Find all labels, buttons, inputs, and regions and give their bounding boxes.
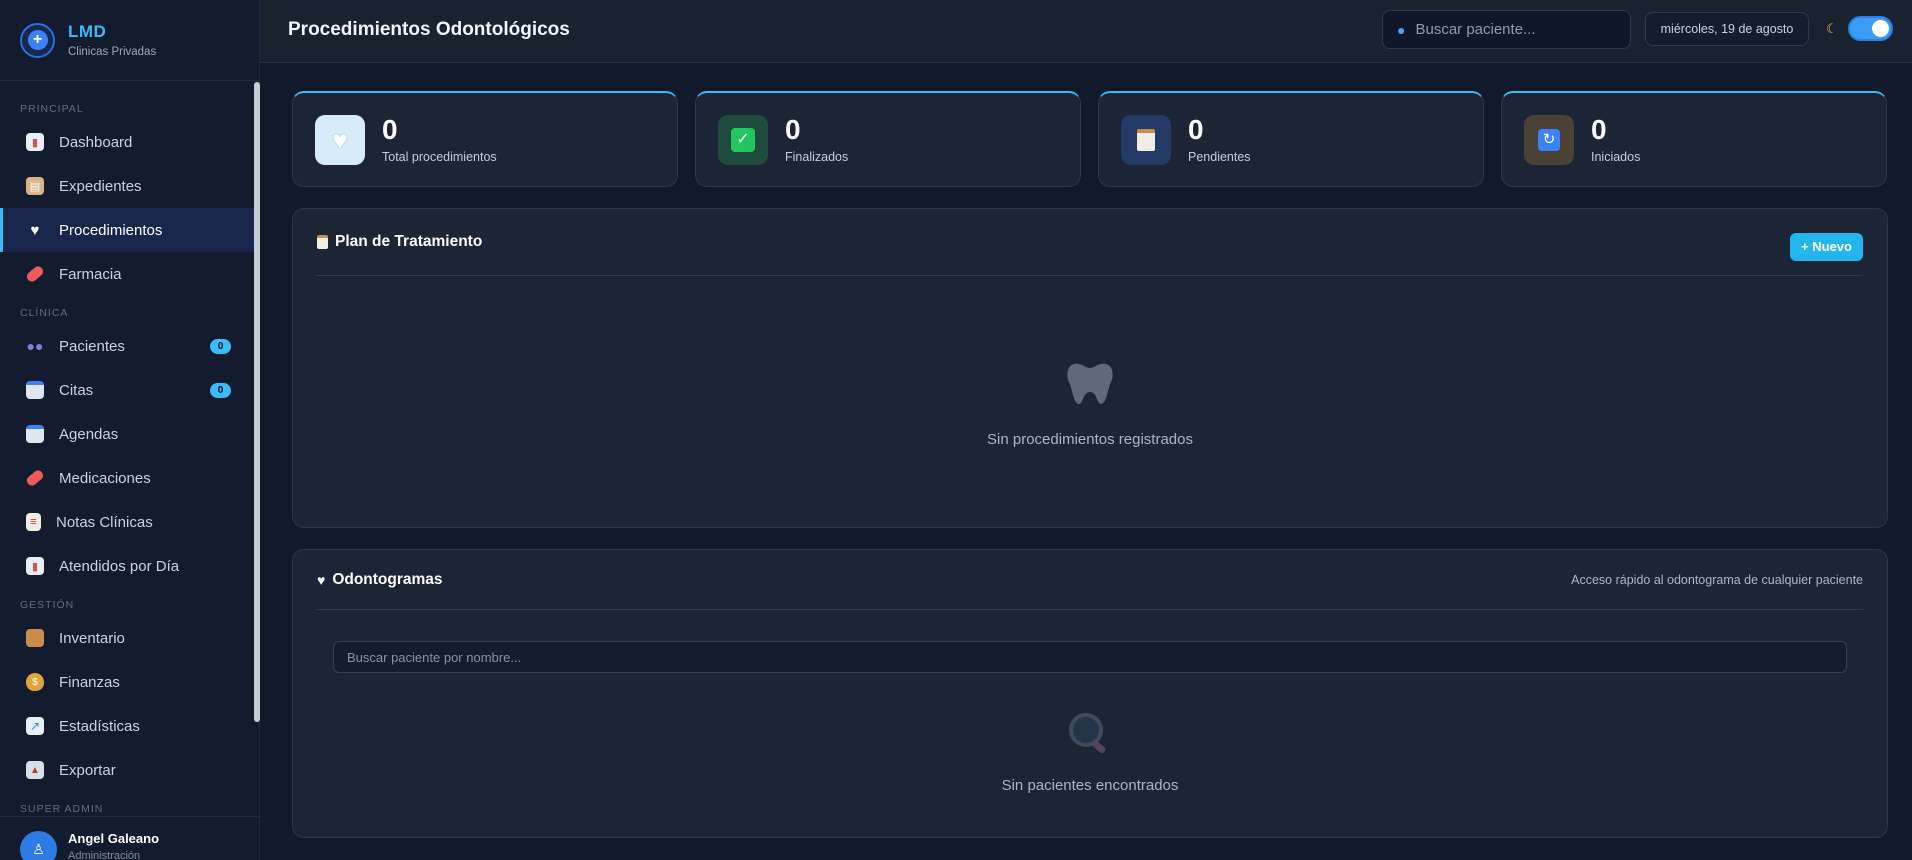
empty-state-text: Sin pacientes encontrados bbox=[1001, 777, 1179, 794]
sidebar-item-label: Finanzas bbox=[59, 673, 120, 691]
clipboard-icon bbox=[317, 235, 328, 249]
patient-search-input[interactable] bbox=[333, 641, 1847, 673]
tooth-icon bbox=[293, 360, 1887, 419]
card-title: Odontogramas bbox=[332, 570, 443, 588]
brand-title: LMD bbox=[68, 22, 107, 41]
new-procedure-button[interactable]: + Nuevo bbox=[1790, 233, 1863, 261]
calendar-icon bbox=[26, 381, 44, 399]
section-label-clinica: CLÍNICA bbox=[20, 307, 69, 319]
clipboard-icon bbox=[1121, 115, 1171, 165]
chart-icon: ▮ bbox=[26, 133, 44, 151]
card-header: ♥ Odontogramas Acceso rápido al odontogr… bbox=[317, 550, 1863, 610]
sidebar-item-citas[interactable]: Citas 0 bbox=[0, 368, 256, 412]
sidebar-item-pacientes[interactable]: ●● Pacientes 0 bbox=[0, 324, 256, 368]
trend-icon: ↗ bbox=[26, 717, 44, 735]
sidebar-item-expedientes[interactable]: ▤ Expedientes bbox=[0, 164, 256, 208]
empty-state-text: Sin procedimientos registrados bbox=[987, 431, 1193, 448]
user-role: Administración bbox=[68, 850, 141, 860]
card-title: Plan de Tratamiento bbox=[335, 233, 483, 250]
sidebar-item-label: Farmacia bbox=[59, 265, 122, 283]
note-icon: ≡ bbox=[26, 513, 41, 531]
sidebar-scrollbar[interactable] bbox=[254, 82, 260, 722]
sidebar-item-procedimientos[interactable]: ♥ Procedimientos bbox=[0, 208, 256, 252]
sidebar-item-atendidos-por-dia[interactable]: ▮ Atendidos por Día bbox=[0, 544, 256, 588]
card-hint: Acceso rápido al odontograma de cualquie… bbox=[1571, 573, 1863, 587]
page-title: Procedimientos Odontológicos bbox=[288, 19, 570, 40]
stat-card-total: ♥ 0 Total procedimientos bbox=[292, 91, 678, 187]
user-name: Angel Galeano bbox=[68, 831, 160, 846]
pacientes-count-badge: 0 bbox=[210, 339, 231, 354]
stat-label: Pendientes bbox=[1188, 150, 1251, 164]
citas-count-badge: 0 bbox=[210, 383, 231, 398]
people-icon: ●● bbox=[26, 338, 44, 354]
sidebar-item-label: Agendas bbox=[59, 425, 119, 443]
sidebar-item-label: Estadísticas bbox=[59, 717, 140, 735]
sidebar-item-label: Expedientes bbox=[59, 177, 142, 195]
calendar-icon bbox=[26, 425, 44, 443]
sidebar-item-farmacia[interactable]: Farmacia bbox=[0, 252, 256, 296]
export-icon: ▲ bbox=[26, 761, 44, 779]
stat-label: Total procedimientos bbox=[382, 150, 497, 164]
brand-subtitle: Clinicas Privadas bbox=[68, 46, 157, 58]
tooth-icon: ♥ bbox=[317, 571, 326, 588]
sidebar-item-label: Medicaciones bbox=[59, 469, 151, 487]
tooth-icon: ♥ bbox=[315, 115, 365, 165]
search-input[interactable] bbox=[1415, 21, 1616, 38]
stat-card-iniciados: ↻ 0 Iniciados bbox=[1501, 91, 1887, 187]
sidebar-item-label: Notas Clínicas bbox=[56, 513, 153, 531]
theme-toggle[interactable] bbox=[1848, 16, 1893, 41]
avatar: ♙ bbox=[20, 831, 57, 860]
stat-card-pendientes: 0 Pendientes bbox=[1098, 91, 1484, 187]
user-profile[interactable]: ♙ Angel Galeano Administración bbox=[0, 816, 260, 860]
stat-card-finalizados: ✓ 0 Finalizados bbox=[695, 91, 1081, 187]
chart-icon: ▮ bbox=[26, 557, 44, 575]
sidebar-item-notas-clinicas[interactable]: ≡ Notas Clínicas bbox=[0, 500, 256, 544]
header-search[interactable]: ● bbox=[1382, 10, 1631, 49]
sidebar-item-label: Dashboard bbox=[59, 133, 133, 151]
brand[interactable]: + LMD Clinicas Privadas bbox=[0, 0, 259, 81]
sidebar-item-inventario[interactable]: Inventario bbox=[0, 616, 256, 660]
section-label-super-admin: SUPER ADMIN bbox=[20, 803, 104, 815]
check-icon: ✓ bbox=[718, 115, 768, 165]
sidebar-item-label: Procedimientos bbox=[59, 221, 163, 239]
stat-value: 0 bbox=[1188, 114, 1204, 145]
sidebar-item-label: Pacientes bbox=[59, 337, 125, 355]
search-icon: ● bbox=[1397, 21, 1406, 38]
top-header: Procedimientos Odontológicos ● miércoles… bbox=[260, 0, 1912, 63]
box-icon bbox=[26, 629, 44, 647]
section-label-principal: PRINCIPAL bbox=[20, 103, 84, 115]
sidebar-nav: PRINCIPAL ▮ Dashboard ▤ Expedientes ♥ Pr… bbox=[0, 82, 256, 816]
odontogram-card: ♥ Odontogramas Acceso rápido al odontogr… bbox=[292, 549, 1888, 838]
pill-icon bbox=[24, 264, 46, 284]
card-header: Plan de Tratamiento + Nuevo bbox=[317, 209, 1863, 276]
current-date: miércoles, 19 de agosto bbox=[1645, 12, 1809, 46]
stat-value: 0 bbox=[382, 114, 398, 145]
refresh-icon: ↻ bbox=[1524, 115, 1574, 165]
stat-label: Iniciados bbox=[1591, 150, 1641, 164]
sidebar-item-exportar[interactable]: ▲ Exportar bbox=[0, 748, 256, 792]
sidebar-item-label: Inventario bbox=[59, 629, 125, 647]
sidebar-item-estadisticas[interactable]: ↗ Estadísticas bbox=[0, 704, 256, 748]
sidebar: + LMD Clinicas Privadas PRINCIPAL ▮ Dash… bbox=[0, 0, 260, 860]
sidebar-item-agendas[interactable]: Agendas bbox=[0, 412, 256, 456]
treatment-plan-card: Plan de Tratamiento + Nuevo Sin procedim… bbox=[292, 208, 1888, 528]
tooth-icon: ♥ bbox=[30, 221, 40, 239]
stat-label: Finalizados bbox=[785, 150, 849, 164]
brand-logo-icon: + bbox=[20, 22, 55, 58]
sidebar-item-label: Atendidos por Día bbox=[59, 557, 180, 575]
stat-value: 0 bbox=[785, 114, 801, 145]
moneybag-icon: $ bbox=[26, 673, 44, 691]
stat-value: 0 bbox=[1591, 114, 1607, 145]
sidebar-item-medicaciones[interactable]: Medicaciones bbox=[0, 456, 256, 500]
magnifier-icon bbox=[293, 710, 1887, 769]
clipboard-icon: ▤ bbox=[26, 177, 44, 195]
pill-icon bbox=[24, 468, 46, 488]
sidebar-item-label: Exportar bbox=[59, 761, 116, 779]
sidebar-item-label: Citas bbox=[59, 381, 94, 399]
section-label-gestion: GESTIÓN bbox=[20, 599, 75, 611]
sidebar-item-finanzas[interactable]: $ Finanzas bbox=[0, 660, 256, 704]
moon-icon: ☾ bbox=[1826, 21, 1838, 36]
sidebar-item-dashboard[interactable]: ▮ Dashboard bbox=[0, 120, 256, 164]
